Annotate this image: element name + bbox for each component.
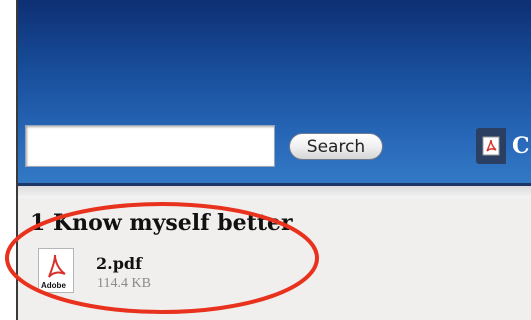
- file-size: 114.4 KB: [97, 276, 151, 291]
- adobe-icon-label: Adobe: [41, 281, 66, 290]
- search-button[interactable]: Search: [289, 133, 383, 160]
- header-pdf-link[interactable]: C: [476, 128, 530, 164]
- search-input[interactable]: [25, 125, 275, 167]
- browser-frame: Search C 1 Know myself better Adobe 2.pd…: [0, 0, 531, 320]
- toolbar-strip: [18, 186, 531, 198]
- file-link[interactable]: 2.pdf: [96, 254, 142, 273]
- header-pdf-link-label: C: [512, 133, 530, 159]
- adobe-pdf-icon[interactable]: Adobe: [38, 248, 74, 293]
- section-title: 1 Know myself better: [30, 210, 293, 236]
- pdf-icon: [476, 128, 506, 164]
